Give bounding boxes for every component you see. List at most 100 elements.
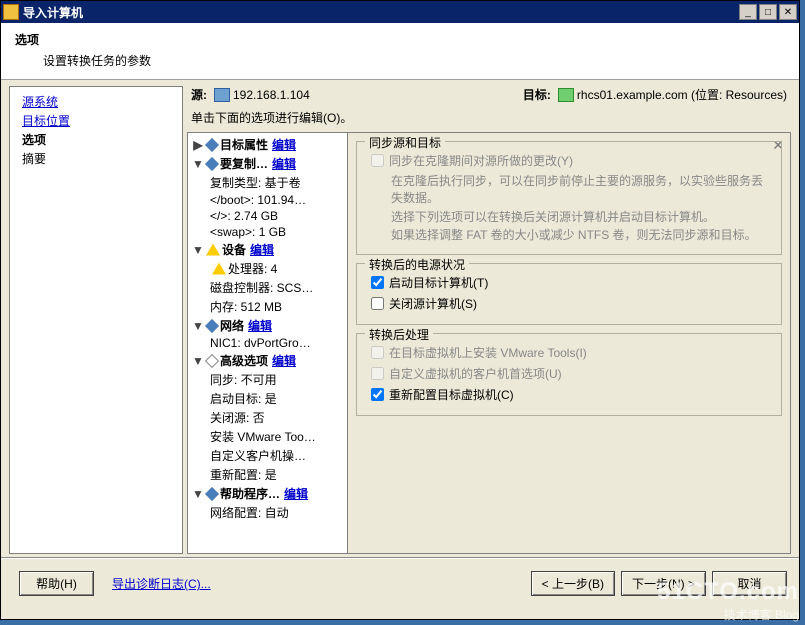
sync-changes-label: 同步在克隆期间对源所做的更改(Y) — [389, 152, 573, 169]
shutdown-source-checkbox[interactable] — [371, 297, 384, 310]
install-tools-label: 在目标虚拟机上安装 VMware Tools(I) — [389, 344, 587, 361]
tree-header-label: 帮助程序… — [220, 485, 280, 502]
expander-icon[interactable]: ▼ — [192, 354, 204, 368]
tree-sub-label: 磁盘控制器: SCS… — [210, 279, 313, 296]
edit-link[interactable]: 编辑 — [284, 485, 308, 502]
tree-header-label: 要复制… — [220, 155, 268, 172]
app-icon — [3, 4, 19, 20]
tree-sub-label: 重新配置: 是 — [210, 466, 277, 483]
minimize-button[interactable]: _ — [739, 4, 757, 20]
help-button[interactable]: 帮助(H) — [19, 571, 94, 596]
expander-icon[interactable]: ▼ — [192, 487, 204, 501]
tree-sub-item: 同步: 不可用 — [188, 370, 347, 389]
reconfig-checkbox[interactable] — [371, 388, 384, 401]
tree-header[interactable]: ▼ 设备编辑 — [188, 240, 347, 259]
tree-header[interactable]: ▼ 网络编辑 — [188, 316, 347, 335]
options-panel: ✕ 同步源和目标 同步在克隆期间对源所做的更改(Y) 在克隆后执行同步，可以在同… — [348, 133, 790, 553]
tree-sub-label: 内存: 512 MB — [210, 298, 282, 315]
edit-link[interactable]: 编辑 — [248, 317, 272, 334]
dest-icon — [558, 88, 574, 102]
tree-header-label: 设备 — [222, 241, 246, 258]
tree-sub-label: NIC1: dvPortGro… — [210, 336, 311, 350]
post-fieldset: 转换后处理 在目标虚拟机上安装 VMware Tools(I) 自定义虚拟机的客… — [356, 333, 782, 416]
customize-checkbox — [371, 367, 384, 380]
page-title: 选项 — [15, 31, 785, 48]
maximize-button[interactable]: □ — [759, 4, 777, 20]
post-legend: 转换后处理 — [365, 326, 433, 343]
warning-icon — [212, 263, 226, 275]
tree-sub-label: 同步: 不可用 — [210, 371, 277, 388]
expander-icon[interactable]: ▶ — [192, 138, 204, 152]
sync-help-3: 如果选择调整 FAT 卷的大小或减少 NTFS 卷，则无法同步源和目标。 — [391, 227, 771, 244]
shutdown-source-label[interactable]: 关闭源计算机(S) — [389, 295, 477, 312]
next-button[interactable]: 下一步(N) > — [621, 571, 706, 596]
cancel-button[interactable]: 取消 — [712, 571, 787, 596]
server-icon — [214, 88, 230, 102]
tree-sub-label: 处理器: 4 — [228, 260, 277, 277]
tree-header-label: 网络 — [220, 317, 244, 334]
tree-header[interactable]: ▶ 目标属性编辑 — [188, 135, 347, 154]
dest-label: 目标: — [523, 86, 551, 103]
main-panel: 源: 192.168.1.104 目标: rhcs01.example.com … — [187, 86, 791, 554]
tree-header-label: 目标属性 — [220, 136, 268, 153]
tree-sub-item: NIC1: dvPortGro… — [188, 335, 347, 351]
tree-header[interactable]: ▼ 帮助程序…编辑 — [188, 484, 347, 503]
tree-sub-label: 网络配置: 自动 — [210, 504, 289, 521]
reconfig-label[interactable]: 重新配置目标虚拟机(C) — [389, 386, 514, 403]
power-fieldset: 转换后的电源状况 启动目标计算机(T) 关闭源计算机(S) — [356, 263, 782, 325]
sync-changes-checkbox — [371, 154, 384, 167]
tree-header[interactable]: ▼ 要复制…编辑 — [188, 154, 347, 173]
expander-icon[interactable]: ▼ — [192, 157, 204, 171]
close-button[interactable]: ✕ — [779, 4, 797, 20]
detail-row: ▶目标属性编辑▼要复制…编辑复制类型: 基于卷</boot>: 101.94…<… — [187, 132, 791, 554]
nav-item-destination[interactable]: 目标位置 — [22, 112, 172, 129]
titlebar: 导入计算机 _ □ ✕ — [1, 1, 799, 23]
install-tools-row: 在目标虚拟机上安装 VMware Tools(I) — [371, 344, 771, 361]
expander-icon[interactable]: ▼ — [192, 243, 204, 257]
options-tree[interactable]: ▶目标属性编辑▼要复制…编辑复制类型: 基于卷</boot>: 101.94…<… — [188, 133, 348, 553]
customize-row: 自定义虚拟机的客户机首选项(U) — [371, 365, 771, 382]
tree-sub-item: </boot>: 101.94… — [188, 192, 347, 208]
sync-changes-row: 同步在克隆期间对源所做的更改(Y) — [371, 152, 771, 169]
diamond-icon — [205, 318, 219, 332]
power-legend: 转换后的电源状况 — [365, 256, 469, 273]
dest-value: rhcs01.example.com (位置: Resources) — [577, 86, 787, 103]
source-dest-row: 源: 192.168.1.104 目标: rhcs01.example.com … — [187, 86, 791, 103]
nav-item-options: 选项 — [22, 131, 172, 148]
tree-sub-label: 启动目标: 是 — [210, 390, 277, 407]
footer: 帮助(H) 导出诊断日志(C)... < 上一步(B) 下一步(N) > 取消 — [1, 558, 799, 608]
tree-sub-item: </>: 2.74 GB — [188, 208, 347, 224]
edit-link[interactable]: 编辑 — [272, 352, 296, 369]
page-subtitle: 设置转换任务的参数 — [15, 52, 785, 69]
tree-sub-item: 关闭源: 否 — [188, 408, 347, 427]
nav-item-source[interactable]: 源系统 — [22, 93, 172, 110]
diamond-icon — [205, 156, 219, 170]
export-log-link[interactable]: 导出诊断日志(C)... — [112, 575, 211, 592]
back-button[interactable]: < 上一步(B) — [531, 571, 615, 596]
edit-link[interactable]: 编辑 — [272, 155, 296, 172]
body-row: 源系统 目标位置 选项 摘要 源: 192.168.1.104 目标: rhcs… — [1, 80, 799, 558]
edit-link[interactable]: 编辑 — [272, 136, 296, 153]
sync-legend: 同步源和目标 — [365, 134, 445, 151]
header-section: 选项 设置转换任务的参数 — [1, 23, 799, 80]
tree-sub-item: 磁盘控制器: SCS… — [188, 278, 347, 297]
tree-sub-item: 内存: 512 MB — [188, 297, 347, 316]
tree-sub-label: <swap>: 1 GB — [210, 225, 286, 239]
tree-header[interactable]: ▼ 高级选项编辑 — [188, 351, 347, 370]
nav-item-summary: 摘要 — [22, 150, 172, 167]
edit-link[interactable]: 编辑 — [250, 241, 274, 258]
tree-header-label: 高级选项 — [220, 352, 268, 369]
tree-sub-item: 网络配置: 自动 — [188, 503, 347, 522]
tree-sub-label: </>: 2.74 GB — [210, 209, 278, 223]
install-tools-checkbox — [371, 346, 384, 359]
window-title: 导入计算机 — [23, 4, 737, 21]
expander-icon[interactable]: ▼ — [192, 319, 204, 333]
diamond-icon — [205, 137, 219, 151]
start-target-checkbox[interactable] — [371, 276, 384, 289]
start-target-row: 启动目标计算机(T) — [371, 274, 771, 291]
wizard-nav: 源系统 目标位置 选项 摘要 — [9, 86, 183, 554]
tree-sub-item: 安装 VMware Too… — [188, 427, 347, 446]
tree-sub-label: 自定义客户机操… — [210, 447, 306, 464]
start-target-label[interactable]: 启动目标计算机(T) — [389, 274, 488, 291]
diamond-icon — [205, 486, 219, 500]
